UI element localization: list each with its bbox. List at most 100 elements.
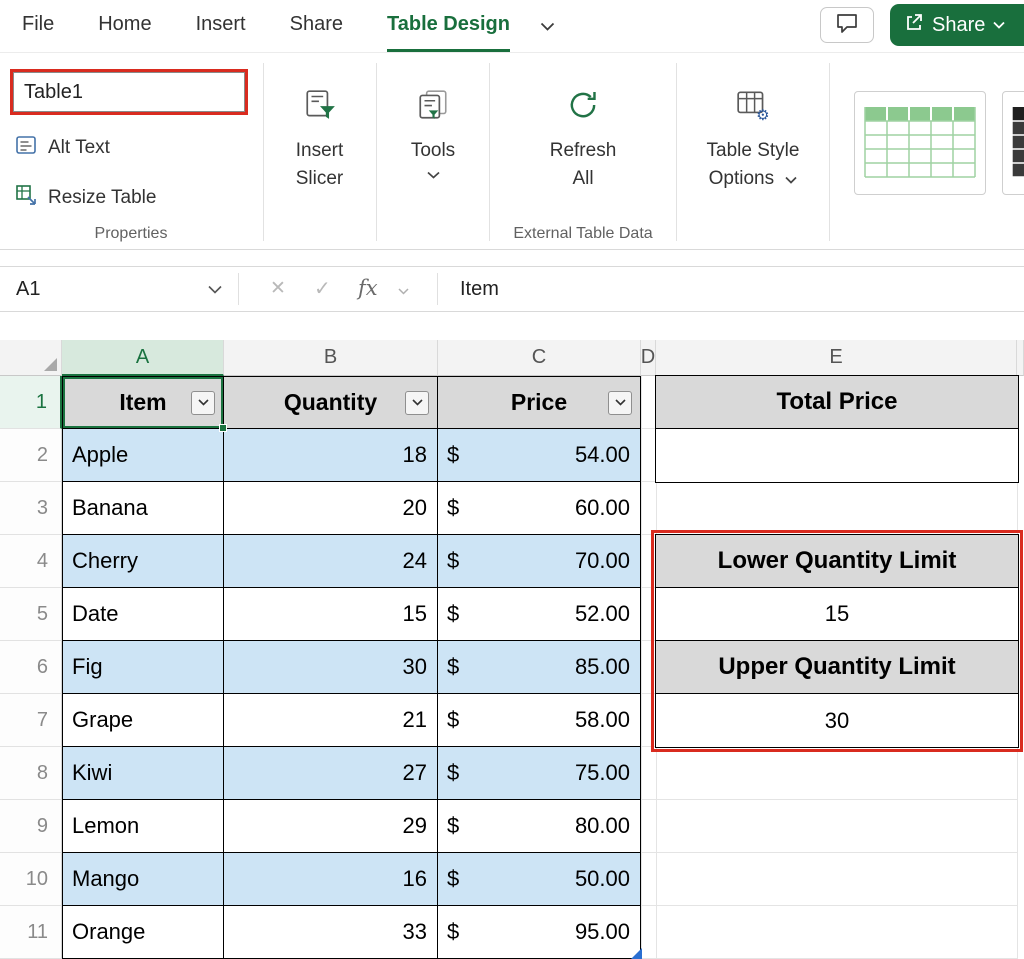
cell-b1-quantity-header[interactable]: Quantity <box>224 376 438 429</box>
refresh-all-button[interactable]: Refresh All <box>490 83 676 193</box>
currency-symbol: $ <box>447 442 459 468</box>
function-chevron-icon[interactable] <box>398 282 409 300</box>
row-header-6[interactable]: 6 <box>0 641 62 694</box>
alt-text-button[interactable]: Alt Text <box>14 133 110 163</box>
insert-function-icon[interactable]: fx <box>358 267 378 309</box>
cell-a10[interactable]: Mango <box>62 853 224 906</box>
row-header-5[interactable]: 5 <box>0 588 62 641</box>
currency-symbol: $ <box>447 813 459 839</box>
row-header-9[interactable]: 9 <box>0 800 62 853</box>
name-box-chevron-icon[interactable] <box>208 281 222 299</box>
data-table: Item Quantity Price Apple 18 $54.00 Bana… <box>62 376 642 959</box>
cell-c4[interactable]: $70.00 <box>438 535 641 588</box>
table-style-thumbnail-green[interactable] <box>854 91 986 195</box>
comments-button[interactable] <box>820 7 874 43</box>
cell-a8[interactable]: Kiwi <box>62 747 224 800</box>
cell-e7-upper-limit-value[interactable]: 30 <box>656 694 1018 747</box>
tab-file[interactable]: File <box>22 0 54 52</box>
quantity-header-label: Quantity <box>284 389 377 416</box>
cell-e2-total-price-value[interactable] <box>656 429 1018 482</box>
cell-b8[interactable]: 27 <box>224 747 438 800</box>
group-insert-slicer: Insert Slicer <box>264 53 375 251</box>
cell-c11[interactable]: $95.00 <box>438 906 641 959</box>
cell-e1-total-price-label[interactable]: Total Price <box>656 376 1018 429</box>
tab-home[interactable]: Home <box>98 0 151 52</box>
column-header-a[interactable]: A <box>62 340 224 376</box>
cell-a1-item-header[interactable]: Item <box>62 376 224 429</box>
row-header-2[interactable]: 2 <box>0 429 62 482</box>
filter-button-quantity[interactable] <box>405 391 429 415</box>
row-header-3[interactable]: 3 <box>0 482 62 535</box>
cell-a11[interactable]: Orange <box>62 906 224 959</box>
cell-c7[interactable]: $58.00 <box>438 694 641 747</box>
column-header-e[interactable]: E <box>656 340 1017 376</box>
tools-chevron-icon <box>427 171 440 179</box>
row-header-10[interactable]: 10 <box>0 853 62 906</box>
tab-overflow-chevron-icon[interactable] <box>540 0 555 52</box>
formula-bar-value[interactable]: Item <box>460 267 499 311</box>
cell-b11[interactable]: 33 <box>224 906 438 959</box>
price-value: 52.00 <box>575 601 630 627</box>
column-header-d[interactable]: D <box>641 340 656 376</box>
tab-share[interactable]: Share <box>290 0 343 52</box>
refresh-icon <box>566 83 600 127</box>
tab-table-design[interactable]: Table Design <box>387 0 510 52</box>
price-value: 58.00 <box>575 707 630 733</box>
cell-c6[interactable]: $85.00 <box>438 641 641 694</box>
row-header-8[interactable]: 8 <box>0 747 62 800</box>
cell-a2[interactable]: Apple <box>62 429 224 482</box>
selection-fill-handle[interactable] <box>219 424 227 432</box>
cell-e5-lower-limit-value[interactable]: 15 <box>656 588 1018 641</box>
cell-c8[interactable]: $75.00 <box>438 747 641 800</box>
table-name-input[interactable]: Table1 <box>13 72 245 112</box>
insert-slicer-button[interactable]: Insert Slicer <box>264 83 375 193</box>
table-style-thumbnail-dark[interactable] <box>1002 91 1024 195</box>
cell-e6-upper-limit-label[interactable]: Upper Quantity Limit <box>656 641 1018 694</box>
cell-a4[interactable]: Cherry <box>62 535 224 588</box>
currency-symbol: $ <box>447 495 459 521</box>
cell-c5[interactable]: $52.00 <box>438 588 641 641</box>
cell-b6[interactable]: 30 <box>224 641 438 694</box>
cell-c9[interactable]: $80.00 <box>438 800 641 853</box>
tab-insert[interactable]: Insert <box>196 0 246 52</box>
cell-b9[interactable]: 29 <box>224 800 438 853</box>
cell-c10[interactable]: $50.00 <box>438 853 641 906</box>
spreadsheet-grid: A B C D E 1 2 3 4 5 6 7 8 9 10 11 Item Q… <box>0 340 1024 959</box>
name-box[interactable]: A1 <box>16 267 40 311</box>
cell-b7[interactable]: 21 <box>224 694 438 747</box>
cell-b3[interactable]: 20 <box>224 482 438 535</box>
row-header-1[interactable]: 1 <box>0 376 62 429</box>
filter-button-price[interactable] <box>608 391 632 415</box>
cell-a5[interactable]: Date <box>62 588 224 641</box>
filter-button-item[interactable] <box>191 391 215 415</box>
cell-b4[interactable]: 24 <box>224 535 438 588</box>
column-header-b[interactable]: B <box>224 340 438 376</box>
share-button[interactable]: Share <box>890 4 1024 46</box>
price-value: 50.00 <box>575 866 630 892</box>
tools-dropdown-button[interactable]: Tools <box>377 83 489 179</box>
row-header-4[interactable]: 4 <box>0 535 62 588</box>
cell-c3[interactable]: $60.00 <box>438 482 641 535</box>
cell-a6[interactable]: Fig <box>62 641 224 694</box>
share-button-label: Share <box>932 14 985 37</box>
cell-b10[interactable]: 16 <box>224 853 438 906</box>
table-style-dark-preview <box>1008 99 1024 187</box>
cell-c1-price-header[interactable]: Price <box>438 376 641 429</box>
table-resize-handle[interactable] <box>631 948 642 959</box>
cancel-entry-icon[interactable]: ✕ <box>270 267 286 311</box>
row-header-11[interactable]: 11 <box>0 906 62 959</box>
cell-b5[interactable]: 15 <box>224 588 438 641</box>
tools-label: Tools <box>411 137 455 165</box>
cell-a7[interactable]: Grape <box>62 694 224 747</box>
cell-c2[interactable]: $54.00 <box>438 429 641 482</box>
select-all-corner[interactable] <box>0 340 62 376</box>
column-header-c[interactable]: C <box>438 340 641 376</box>
cell-e4-lower-limit-label[interactable]: Lower Quantity Limit <box>656 535 1018 588</box>
row-header-7[interactable]: 7 <box>0 694 62 747</box>
table-style-options-button[interactable]: ⚙ Table Style Options <box>677 83 829 193</box>
cell-a3[interactable]: Banana <box>62 482 224 535</box>
confirm-entry-icon[interactable]: ✓ <box>314 267 331 311</box>
cell-a9[interactable]: Lemon <box>62 800 224 853</box>
cell-b2[interactable]: 18 <box>224 429 438 482</box>
resize-table-button[interactable]: Resize Table <box>14 183 156 213</box>
